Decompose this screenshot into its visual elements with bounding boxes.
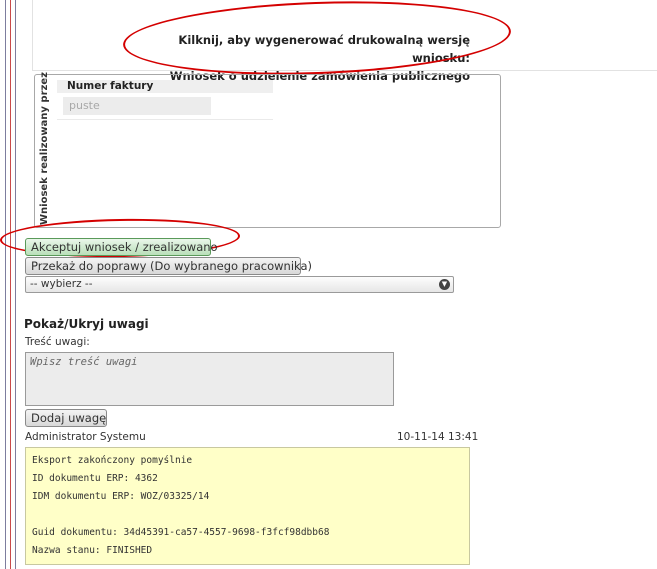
note-textarea[interactable] [25,352,394,406]
left-border-line [5,0,6,569]
left-border-line-red [10,0,11,569]
comment-author: Administrator Systemu [25,431,146,443]
employee-select-value: -- wybierz -- [30,278,93,290]
comment-line [32,506,463,524]
accept-button[interactable]: Akceptuj wniosek / zrealizowano [25,238,218,256]
invoice-number-empty: puste [63,97,211,115]
comment-box: Eksport zakończony pomyślnie ID dokument… [25,447,470,565]
note-content-label: Treść uwagi: [25,336,90,348]
comment-line: IDM dokumentu ERP: WOZ/03325/14 [32,491,210,502]
invoice-number-header: Numer faktury [57,80,273,93]
comment-timestamp: 10-11-14 13:41 [397,431,479,443]
left-border-line [15,0,16,569]
fieldset-legend: Wniosek realizowany przez [39,72,50,225]
add-note-button[interactable]: Dodaj uwagę [25,409,107,427]
executed-by-fieldset: Wniosek realizowany przez Numer faktury … [34,72,501,228]
comment-line: Nazwa stanu: FINISHED [32,545,153,556]
return-for-correction-button[interactable]: Przekaż do poprawy (Do wybranego pracown… [25,257,312,275]
employee-select[interactable]: -- wybierz -- ▼ [25,276,454,293]
comment-line: Guid dokumentu: 34d45391-ca57-4557-9698-… [32,527,330,538]
comment-line: Eksport zakończony pomyślnie [32,455,193,466]
print-link-line1: Kilknij, aby wygenerować drukowalną wers… [178,33,470,65]
chevron-down-icon: ▼ [439,279,450,290]
invoice-table: Numer faktury puste [57,80,273,120]
toggle-notes-link[interactable]: Pokaż/Ukryj uwagi [24,317,149,331]
comment-line: ID dokumentu ERP: 4362 [32,473,158,484]
